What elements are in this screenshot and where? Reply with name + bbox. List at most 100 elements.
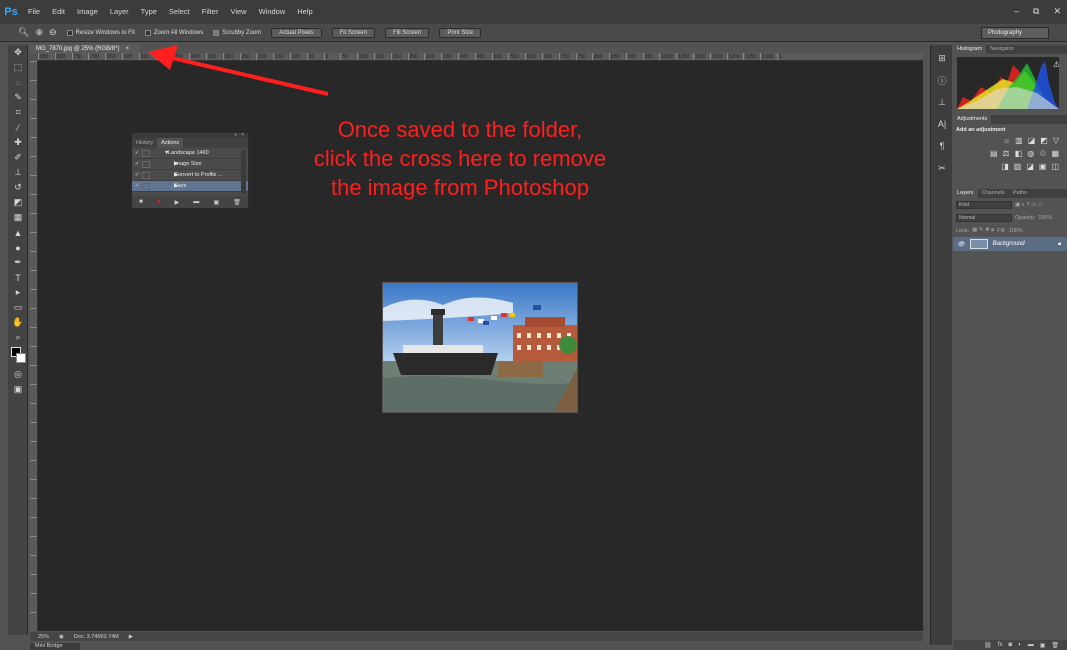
workspace-switcher[interactable]: Photography xyxy=(981,27,1049,39)
path-select-tool-icon[interactable]: ▸ xyxy=(8,285,28,300)
restore-button[interactable]: ⧉ xyxy=(1033,6,1039,17)
opacity-value[interactable]: 100% xyxy=(1038,215,1052,221)
healing-brush-tool-icon[interactable]: ✚ xyxy=(8,135,28,150)
layer-kind-select[interactable]: Kind xyxy=(956,200,1012,209)
action-row[interactable]: ✓ ▶ Image Size xyxy=(132,159,248,170)
status-info-icon[interactable]: ◉ xyxy=(59,634,64,640)
action-row[interactable]: ✓ ▼ Landscape 1400 xyxy=(132,148,248,159)
invert-icon[interactable]: ◨ xyxy=(1001,162,1009,175)
menu-view[interactable]: View xyxy=(224,0,252,24)
fx-icon[interactable]: fx xyxy=(998,642,1003,648)
new-group-icon[interactable]: ▬ xyxy=(1028,642,1034,648)
close-document-icon[interactable]: × xyxy=(125,46,129,52)
close-window-button[interactable]: ✕ xyxy=(1053,6,1061,17)
photo-filter-icon[interactable]: ◍ xyxy=(1027,149,1034,162)
menu-edit[interactable]: Edit xyxy=(46,0,71,24)
check-icon[interactable]: ✓ xyxy=(132,150,142,156)
eraser-tool-icon[interactable]: ◩ xyxy=(8,195,28,210)
expand-caret-icon[interactable]: ▶ xyxy=(154,172,178,178)
new-set-icon[interactable]: ▬ xyxy=(193,199,199,205)
history-panel-icon[interactable]: ⊞ xyxy=(931,49,953,67)
history-brush-tool-icon[interactable]: ↺ xyxy=(8,180,28,195)
levels-icon[interactable]: ▥ xyxy=(1015,136,1023,149)
tab-channels[interactable]: Channels xyxy=(978,189,1009,198)
stamp-tool-icon[interactable]: ⊥ xyxy=(8,165,28,180)
layer-background[interactable]: 👁︎ Background 🔒︎ xyxy=(953,237,1067,251)
tab-history[interactable]: History xyxy=(132,138,157,148)
layer-comps-icon[interactable]: ⊥ xyxy=(931,93,953,111)
expand-caret-icon[interactable]: ▶ xyxy=(154,183,178,189)
dodge-tool-icon[interactable]: ● xyxy=(8,240,28,255)
quick-select-tool-icon[interactable]: ✎ xyxy=(8,90,28,105)
menu-filter[interactable]: Filter xyxy=(196,0,225,24)
gradient-map-icon[interactable]: ▣ xyxy=(1039,162,1047,175)
background-color[interactable] xyxy=(16,353,26,363)
zoom-out-icon[interactable]: ⊖ xyxy=(49,27,57,38)
menu-help[interactable]: Help xyxy=(291,0,318,24)
blend-mode-select[interactable]: Normal xyxy=(956,213,1012,222)
dialog-toggle-icon[interactable] xyxy=(142,171,150,179)
color-balance-icon[interactable]: ⚖ xyxy=(1003,149,1010,162)
delete-action-icon[interactable]: 🗑︎ xyxy=(233,199,241,206)
link-layers-icon[interactable]: ⛓ xyxy=(984,642,992,649)
play-icon[interactable]: ▶ xyxy=(175,199,180,206)
zoom-level[interactable]: 25% xyxy=(38,634,49,640)
delete-layer-icon[interactable]: 🗑︎ xyxy=(1051,642,1059,649)
fit-screen-button[interactable]: Fit Screen xyxy=(331,27,375,38)
status-menu-icon[interactable]: ▶ xyxy=(129,634,133,640)
brightness-icon[interactable]: ☼ xyxy=(1003,136,1010,149)
brush-tool-icon[interactable]: ✐ xyxy=(8,150,28,165)
zoom-all-checkbox[interactable]: Zoom All Windows xyxy=(144,29,203,36)
scrubby-zoom-checkbox[interactable]: Scrubby Zoom xyxy=(213,29,261,36)
fill-screen-button[interactable]: Fill Screen xyxy=(384,27,430,38)
tab-paths[interactable]: Paths xyxy=(1009,189,1031,198)
paragraph-panel-icon[interactable]: ¶ xyxy=(931,137,953,155)
dialog-toggle-icon[interactable] xyxy=(142,160,150,168)
document-tab[interactable]: MG_7870.jpg @ 25% (RGB/8*) × xyxy=(30,44,140,53)
zoom-in-icon[interactable]: ⊕ xyxy=(35,27,43,38)
mini-bridge-tab[interactable]: Mini Bridge xyxy=(30,643,80,650)
tab-histogram[interactable]: Histogram xyxy=(953,45,987,54)
menu-image[interactable]: Image xyxy=(71,0,104,24)
hand-tool-icon[interactable]: ✋ xyxy=(8,315,28,330)
character-panel-icon[interactable]: A| xyxy=(931,115,953,133)
quick-mask-icon[interactable]: ◎ xyxy=(8,367,28,382)
tab-navigator[interactable]: Navigator xyxy=(986,45,1018,54)
dialog-toggle-icon[interactable] xyxy=(142,182,150,190)
actions-scrollbar[interactable] xyxy=(241,150,246,194)
check-icon[interactable]: ✓ xyxy=(132,172,142,178)
menu-layer[interactable]: Layer xyxy=(104,0,135,24)
selective-color-icon[interactable]: ◫ xyxy=(1051,162,1059,175)
action-row[interactable]: ✓ ▶ Convert to Profile ... xyxy=(132,170,248,181)
add-mask-icon[interactable]: ◙ xyxy=(1008,642,1012,648)
posterize-icon[interactable]: ▨ xyxy=(1014,162,1022,175)
visibility-eye-icon[interactable]: 👁︎ xyxy=(957,241,965,248)
minimize-button[interactable]: – xyxy=(1014,6,1019,17)
blur-tool-icon[interactable]: ▲ xyxy=(8,225,28,240)
action-row[interactable]: ✓ ▶ Save xyxy=(132,181,248,192)
check-icon[interactable]: ✓ xyxy=(132,161,142,167)
menu-type[interactable]: Type xyxy=(135,0,163,24)
zoom-tool-icon[interactable]: ⌕ xyxy=(8,330,28,345)
color-lookup-icon[interactable]: ▦ xyxy=(1051,149,1059,162)
lasso-tool-icon[interactable]: ◌ xyxy=(8,75,28,90)
resize-windows-checkbox[interactable]: Resize Windows to Fit xyxy=(66,29,135,36)
channel-mixer-icon[interactable]: ♲ xyxy=(1039,149,1046,162)
stop-icon[interactable]: ■ xyxy=(139,199,143,205)
threshold-icon[interactable]: ◪ xyxy=(1026,162,1034,175)
hue-saturation-icon[interactable]: ▤ xyxy=(990,149,998,162)
new-layer-icon[interactable]: ▣ xyxy=(1040,642,1046,649)
tools-presets-icon[interactable]: ✂ xyxy=(931,159,953,177)
info-panel-icon[interactable]: ⓘ xyxy=(931,71,953,89)
vibrance-icon[interactable]: ▽ xyxy=(1053,136,1059,149)
type-tool-icon[interactable]: T xyxy=(8,270,28,285)
collapse-icon[interactable]: » xyxy=(234,133,237,138)
expand-caret-icon[interactable]: ▶ xyxy=(154,161,178,167)
gradient-tool-icon[interactable]: ▦ xyxy=(8,210,28,225)
expand-caret-icon[interactable]: ▼ xyxy=(154,150,169,156)
screen-mode-icon[interactable]: ▣ xyxy=(8,382,28,397)
menu-window[interactable]: Window xyxy=(253,0,292,24)
new-action-icon[interactable]: ▣ xyxy=(213,199,219,206)
move-tool-icon[interactable]: ✥ xyxy=(8,45,28,60)
actual-pixels-button[interactable]: Actual Pixels xyxy=(271,27,322,38)
